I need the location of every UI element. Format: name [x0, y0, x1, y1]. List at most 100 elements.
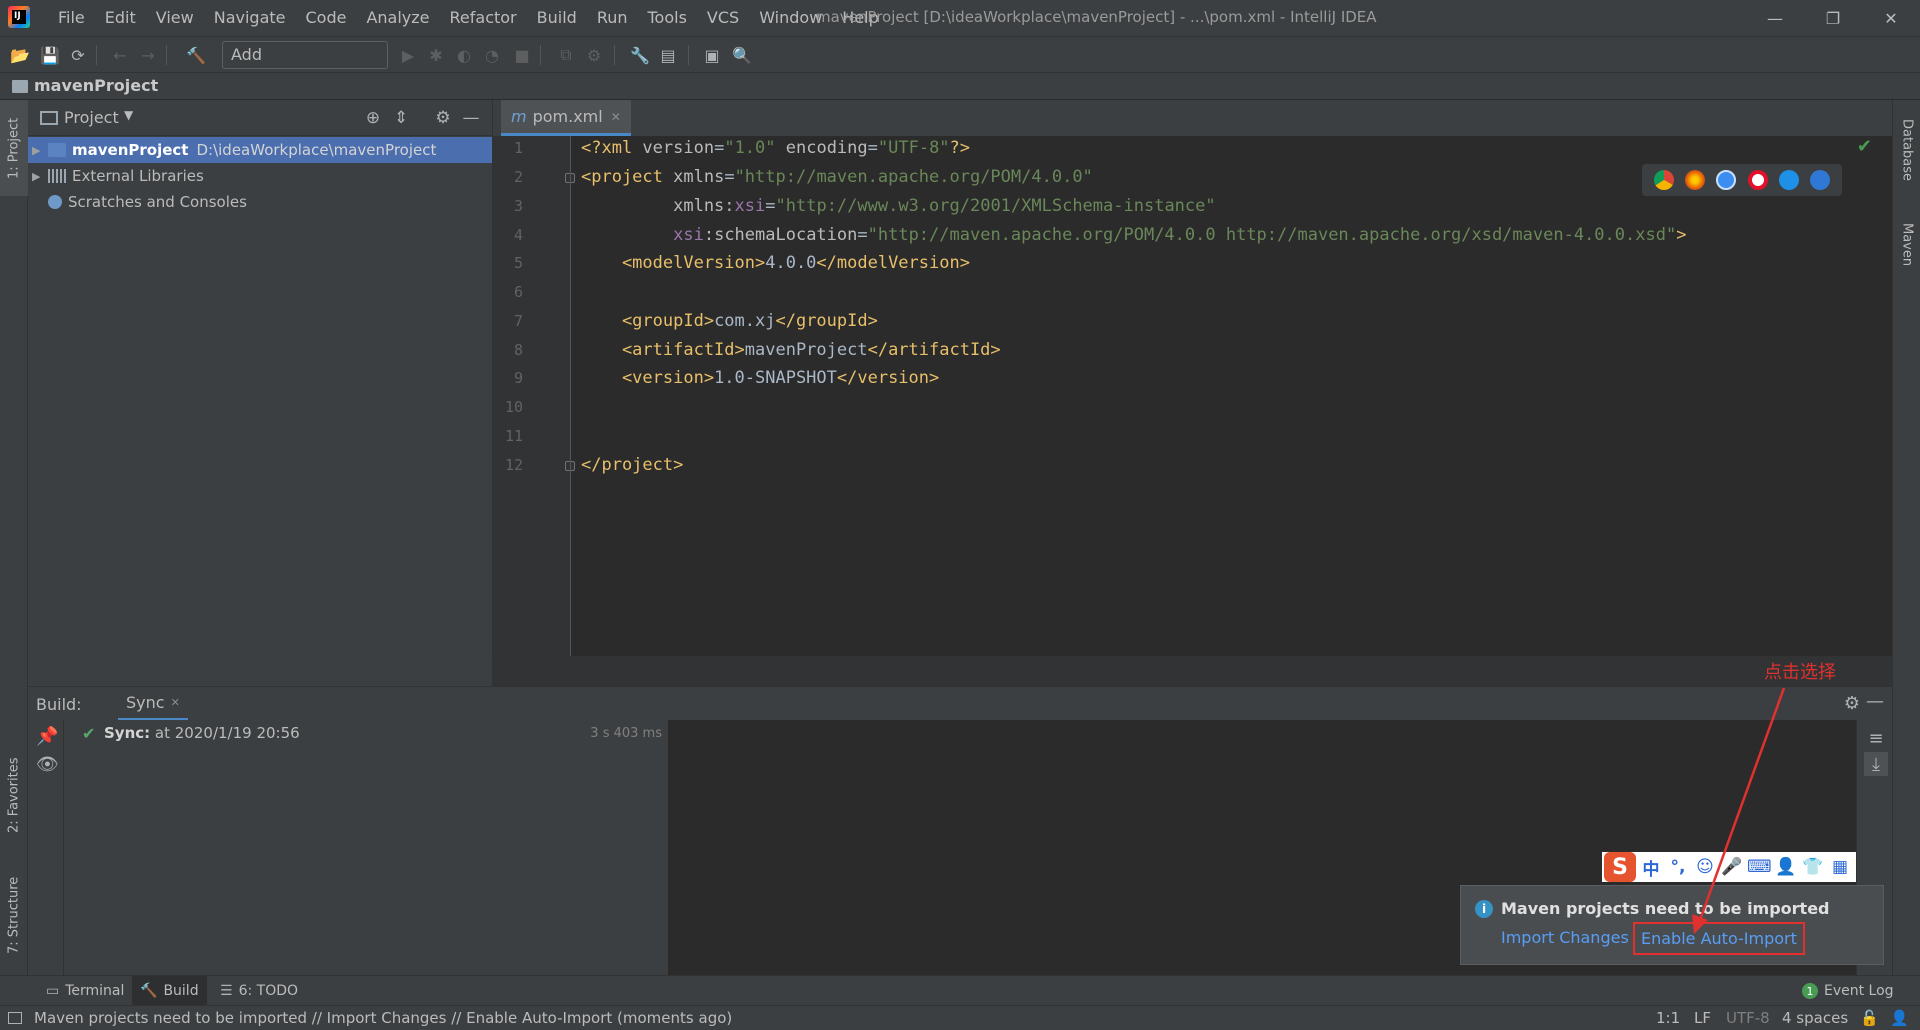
chrome-icon[interactable] — [1653, 170, 1674, 190]
skin-shirt-icon[interactable]: 👕 — [1801, 857, 1825, 877]
soft-wrap-icon[interactable]: ≡ — [1864, 726, 1888, 750]
gear-icon[interactable]: ⚙ — [432, 107, 454, 129]
coverage-icon[interactable]: ◐ — [454, 45, 474, 65]
expand-arrow-icon[interactable]: ▶ — [32, 144, 48, 157]
microphone-icon[interactable]: 🎤 — [1720, 857, 1744, 877]
profile-icon[interactable]: ◔ — [482, 45, 502, 65]
debug-icon[interactable]: ✱ — [426, 45, 446, 65]
gear-icon[interactable]: ⚙ — [1844, 693, 1860, 714]
forward-icon[interactable]: → — [138, 45, 158, 65]
debugger-icon[interactable]: ⚙ — [584, 45, 604, 65]
opera-icon[interactable] — [1747, 170, 1768, 190]
attach-icon[interactable]: ⧉ — [556, 45, 576, 65]
ime-punctuation[interactable]: °, — [1666, 857, 1690, 877]
close-tab-icon[interactable]: ✕ — [171, 696, 180, 709]
status-message[interactable]: Maven projects need to be imported // Im… — [34, 1009, 732, 1027]
keyboard-icon[interactable]: ⌨ — [1747, 857, 1772, 877]
menu-code[interactable]: Code — [296, 0, 357, 36]
locate-target-icon[interactable]: ⊕ — [362, 107, 384, 129]
tool-tab-database[interactable]: Database — [1893, 110, 1920, 190]
chevron-down-icon[interactable]: ▼ — [124, 108, 133, 122]
lock-icon[interactable]: 🔓 — [1860, 1009, 1879, 1027]
tab-pom-xml[interactable]: m pom.xml ✕ — [501, 100, 631, 136]
enable-auto-import-link[interactable]: Enable Auto-Import — [1633, 922, 1805, 955]
code-line: xsi:schemaLocation="http://maven.apache.… — [673, 225, 1687, 245]
hide-panel-icon[interactable]: — — [460, 107, 482, 129]
project-structure-icon[interactable]: ▤ — [658, 45, 678, 65]
build-hammer-icon[interactable]: 🔨 — [186, 45, 206, 65]
hide-panel-icon[interactable]: — — [1866, 691, 1884, 712]
internet-explorer-icon[interactable] — [1778, 170, 1799, 190]
success-check-icon: ✔ — [82, 724, 96, 743]
menu-build[interactable]: Build — [527, 0, 587, 36]
menu-tools[interactable]: Tools — [638, 0, 697, 36]
tree-item-label: mavenProject — [72, 141, 189, 159]
tab-sync[interactable]: Sync ✕ — [118, 687, 188, 721]
code-editor[interactable]: 1 2 3 4 5 6 7 8 9 10 11 12 <?xml version… — [492, 136, 1892, 656]
caret-position[interactable]: 1:1 — [1656, 1009, 1680, 1027]
safari-icon[interactable] — [1716, 170, 1737, 190]
inspector-icon[interactable]: 👤 — [1890, 1009, 1909, 1027]
tree-item-path: D:\ideaWorkplace\mavenProject — [196, 141, 437, 159]
maven-import-notification: i Maven projects need to be imported Imp… — [1460, 885, 1884, 965]
ime-chinese-mode[interactable]: 中 — [1639, 855, 1663, 880]
folder-icon — [12, 80, 28, 93]
menu-edit[interactable]: Edit — [95, 0, 146, 36]
import-changes-link[interactable]: Import Changes — [1501, 928, 1629, 947]
sync-result-row[interactable]: Sync: at 2020/1/19 20:56 — [104, 724, 300, 742]
run-icon[interactable]: ▶ — [398, 45, 418, 65]
no-problems-check-icon[interactable]: ✔ — [1857, 136, 1872, 157]
menu-vcs[interactable]: VCS — [697, 0, 749, 36]
back-icon[interactable]: ← — [110, 45, 130, 65]
right-tool-stripe: Database Maven — [1892, 100, 1920, 975]
menu-run[interactable]: Run — [587, 0, 638, 36]
project-view-selector[interactable]: Project — [64, 108, 119, 127]
user-icon[interactable]: 👤 — [1774, 857, 1798, 877]
minimize-icon[interactable]: — — [1746, 0, 1804, 36]
menu-view[interactable]: View — [146, 0, 204, 36]
tool-tab-maven[interactable]: Maven — [1893, 210, 1920, 280]
close-tab-icon[interactable]: ✕ — [611, 110, 621, 124]
tool-tab-event-log[interactable]: 1 Event Log — [1796, 976, 1900, 1006]
save-all-icon[interactable]: 💾 — [40, 45, 60, 65]
restore-icon[interactable]: ❐ — [1804, 0, 1862, 36]
tool-tab-todo[interactable]: ☰ 6: TODO — [214, 976, 304, 1006]
close-window-icon[interactable]: ✕ — [1862, 0, 1920, 36]
sync-icon[interactable]: ⟳ — [68, 45, 88, 65]
code-line: <modelVersion>4.0.0</modelVersion> — [581, 253, 970, 273]
scroll-to-end-icon[interactable]: ⤓ — [1864, 752, 1888, 776]
breadcrumb-project[interactable]: mavenProject — [34, 76, 158, 95]
toolbox-grid-icon[interactable]: ▦ — [1828, 857, 1852, 877]
expand-arrow-icon[interactable]: ▶ — [32, 170, 48, 183]
eye-icon[interactable]: 👁 — [36, 754, 59, 775]
file-encoding[interactable]: UTF-8 — [1726, 1009, 1770, 1027]
indent-setting[interactable]: 4 spaces — [1782, 1009, 1848, 1027]
menu-navigate[interactable]: Navigate — [204, 0, 296, 36]
sogou-logo-icon[interactable]: S — [1604, 852, 1636, 882]
tool-tab-terminal[interactable]: ▭ Terminal — [40, 976, 130, 1006]
search-icon[interactable]: 🔍 — [732, 45, 752, 65]
line-separator[interactable]: LF — [1694, 1009, 1711, 1027]
presentation-icon[interactable]: ▣ — [702, 45, 722, 65]
tool-tab-project[interactable]: 1: Project — [0, 100, 28, 196]
edge-icon[interactable] — [1810, 170, 1831, 190]
open-folder-icon[interactable]: 📂 — [10, 45, 30, 65]
tool-tab-structure[interactable]: 7: Structure — [0, 860, 28, 970]
pin-icon[interactable]: 📌 — [36, 726, 58, 747]
collapse-all-icon[interactable]: ⇕ — [390, 107, 412, 129]
add-configuration-button[interactable]: Add Configuration... — [222, 41, 388, 90]
tree-item-external-libraries[interactable]: ▶ External Libraries — [28, 163, 492, 189]
menu-file[interactable]: File — [48, 0, 95, 36]
stop-icon[interactable]: ■ — [512, 45, 532, 65]
tool-windows-icon[interactable] — [8, 1012, 22, 1024]
emoji-icon[interactable]: ☺ — [1693, 857, 1717, 877]
toolbar-divider — [540, 45, 541, 65]
menu-analyze[interactable]: Analyze — [356, 0, 439, 36]
settings-wrench-icon[interactable]: 🔧 — [630, 45, 650, 65]
tree-item-scratches[interactable]: Scratches and Consoles — [28, 189, 492, 215]
tool-tab-build[interactable]: 🔨 Build — [132, 976, 207, 1006]
firefox-icon[interactable] — [1684, 170, 1705, 190]
menu-refactor[interactable]: Refactor — [440, 0, 527, 36]
tool-tab-favorites[interactable]: 2: Favorites — [0, 740, 28, 850]
tree-item-maven-project[interactable]: ▶ mavenProject D:\ideaWorkplace\mavenPro… — [28, 137, 492, 163]
